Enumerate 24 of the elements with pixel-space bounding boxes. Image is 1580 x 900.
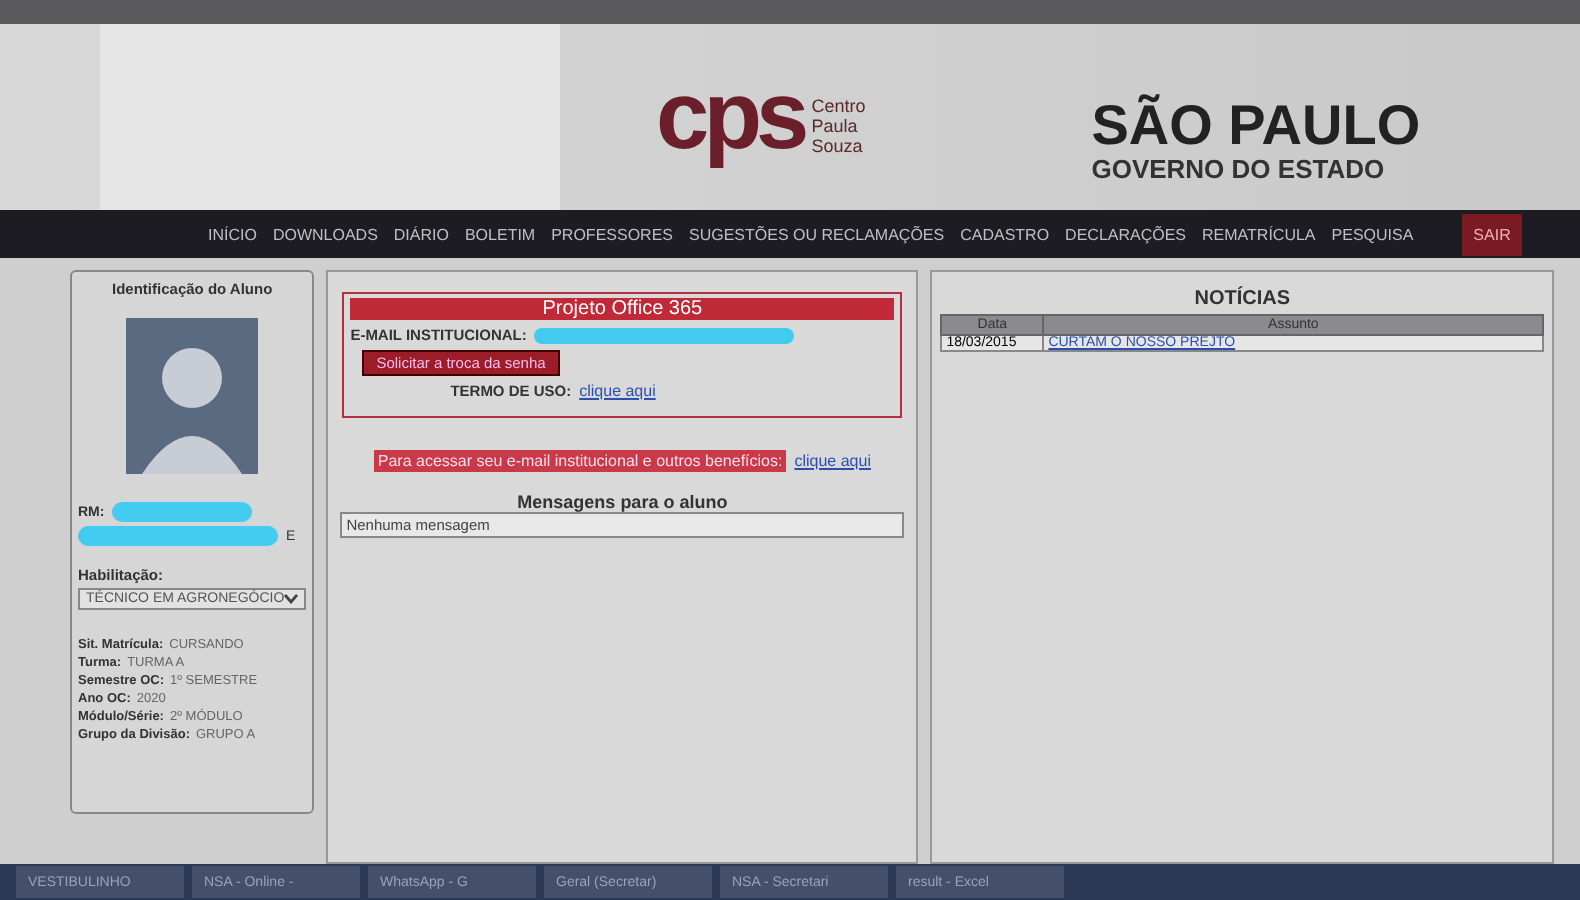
avatar-icon [126,318,259,474]
nav-link[interactable]: DIÁRIO [393,225,449,243]
messages-title: Mensagens para o aluno [517,492,728,512]
nav-link[interactable]: INÍCIO [208,225,257,243]
logo-subtitle: GOVERNO DO ESTADO [1091,154,1387,184]
nav-link[interactable]: DOWNLOADS [272,225,378,243]
logo-text: Centro Paula Souza [811,97,868,160]
nav-link[interactable]: PROFESSORES [551,225,673,243]
nav-link[interactable]: PESQUISA [1331,225,1414,243]
exit-button[interactable]: SAIR [1461,213,1523,255]
redaction-mark [112,502,253,522]
nav-link[interactable]: SUGESTÕES OU RECLAMAÇÕES [689,225,945,243]
logo-mark: cps [656,69,804,165]
nav-link[interactable]: CADASTRO [960,225,1050,243]
nav-link[interactable]: REMATRÍCULA [1202,225,1316,243]
access-link[interactable]: clique aqui [794,452,871,470]
chevron-icon [284,594,299,604]
news-title: NOTÍCIAS [1194,288,1291,310]
logo-title: SÃO PAULO [1091,98,1421,154]
nav-link[interactable]: BOLETIM [464,225,536,243]
terms-link[interactable]: clique aqui [579,382,656,400]
office-title: Projeto Office 365 [350,298,895,320]
nav-link[interactable]: DECLARAÇÕES [1065,225,1187,243]
access-text: Para acessar seu e-mail institucional e outros benefícios: [373,450,787,472]
